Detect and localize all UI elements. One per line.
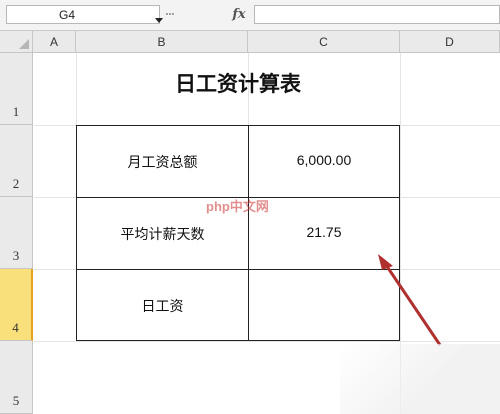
image-fade: [340, 344, 500, 414]
